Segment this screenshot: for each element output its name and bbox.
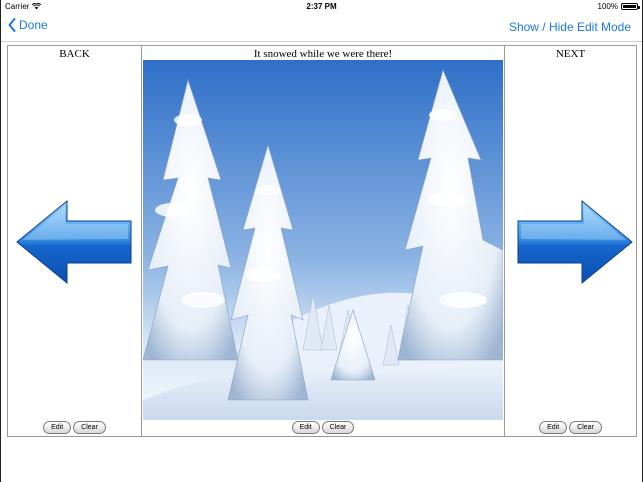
back-panel-buttons: Edit Clear bbox=[8, 421, 141, 434]
clear-button[interactable]: Clear bbox=[569, 421, 602, 434]
battery-percent: 100% bbox=[597, 2, 618, 11]
status-time: 2:37 PM bbox=[306, 2, 337, 11]
next-panel: NEXT Edit Clear bbox=[505, 46, 636, 436]
photo-panel: It snowed while we were there! Edit Clea… bbox=[142, 46, 505, 436]
photo-panel-buttons: Edit Clear bbox=[142, 421, 504, 434]
clear-button[interactable]: Clear bbox=[73, 421, 106, 434]
next-arrow-icon[interactable] bbox=[516, 199, 634, 285]
photo-caption: It snowed while we were there! bbox=[253, 48, 393, 60]
edit-button[interactable]: Edit bbox=[539, 421, 568, 434]
next-title: NEXT bbox=[555, 48, 586, 60]
next-panel-buttons: Edit Clear bbox=[505, 421, 636, 434]
battery-icon bbox=[621, 3, 640, 10]
toggle-edit-mode-button[interactable]: Show / Hide Edit Mode bbox=[509, 20, 631, 34]
snowy-forest-photo bbox=[143, 60, 503, 420]
edit-button[interactable]: Edit bbox=[43, 421, 72, 434]
done-button[interactable]: Done bbox=[8, 18, 48, 32]
clear-button[interactable]: Clear bbox=[321, 421, 355, 434]
status-right: 100% bbox=[597, 2, 640, 11]
story-page-table: BACK Edit Clear It snowed while we were … bbox=[7, 45, 637, 437]
navigation-bar: Done Show / Hide Edit Mode bbox=[1, 14, 642, 42]
done-label: Done bbox=[19, 18, 48, 32]
back-panel: BACK Edit Clear bbox=[8, 46, 142, 436]
chevron-left-icon bbox=[8, 18, 16, 32]
battery-fill bbox=[623, 5, 636, 8]
back-arrow-icon[interactable] bbox=[15, 199, 133, 285]
back-title: BACK bbox=[59, 48, 90, 60]
status-bar: Carrier 2:37 PM 100% bbox=[1, 0, 642, 14]
edit-button[interactable]: Edit bbox=[291, 421, 320, 434]
